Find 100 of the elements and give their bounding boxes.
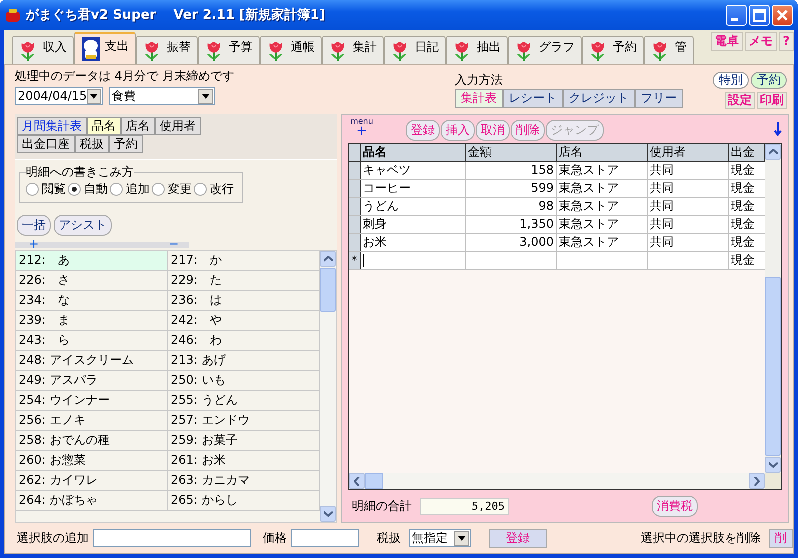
- tool-button[interactable]: ?: [779, 32, 794, 51]
- tab[interactable]: 予算: [198, 36, 260, 64]
- radio-option[interactable]: 変更: [152, 181, 192, 198]
- list-item[interactable]: 243: ら: [16, 331, 168, 351]
- tulip-icon: [19, 40, 37, 62]
- grid-button[interactable]: 挿入: [441, 120, 475, 141]
- scroll-thumb[interactable]: [365, 473, 383, 489]
- list-item[interactable]: 248: アイスクリーム: [16, 351, 168, 371]
- list-item[interactable]: 217: か: [168, 251, 320, 271]
- input-method-label: 入力方法: [455, 72, 504, 89]
- status-text: 処理中のデータは 4月分で 月末締めです: [15, 68, 236, 85]
- view-tab[interactable]: 税扱: [75, 135, 109, 153]
- collapse-button[interactable]: −: [168, 242, 179, 248]
- view-tab[interactable]: 使用者: [155, 117, 201, 135]
- row-header[interactable]: [349, 180, 361, 197]
- expand-button[interactable]: +: [29, 242, 40, 248]
- list-item[interactable]: 212: あ: [16, 251, 168, 271]
- scroll-thumb[interactable]: [765, 277, 781, 456]
- view-tab[interactable]: 出金口座: [17, 135, 75, 153]
- scroll-down-button[interactable]: [765, 457, 781, 473]
- list-item[interactable]: 264: かぼちゃ: [16, 491, 168, 511]
- list-item[interactable]: 239: ま: [16, 311, 168, 331]
- column-header[interactable]: 品名: [361, 144, 466, 161]
- tab[interactable]: 管: [644, 36, 694, 64]
- tax-label: 税扱: [377, 530, 401, 546]
- row-header[interactable]: [349, 234, 361, 251]
- input-method-tab[interactable]: フリー: [635, 89, 683, 108]
- horizontal-scrollbar[interactable]: [349, 473, 781, 489]
- vertical-scrollbar[interactable]: [320, 251, 336, 522]
- menu-label[interactable]: menu: [350, 117, 374, 126]
- tulip-icon: [515, 40, 533, 62]
- view-tab[interactable]: 予約: [109, 135, 143, 153]
- tool-button[interactable]: メモ: [745, 32, 778, 51]
- date-dropdown[interactable]: 2004/04/15: [15, 87, 103, 105]
- action-button[interactable]: 印刷: [757, 92, 787, 109]
- grid-button[interactable]: 取消: [476, 120, 510, 141]
- list-item[interactable]: 258: おでんの種: [16, 431, 168, 451]
- new-row-marker: *: [349, 252, 361, 269]
- mode-button[interactable]: 特別: [713, 72, 749, 89]
- category-dropdown[interactable]: 食費: [109, 87, 215, 105]
- radio-option[interactable]: 追加: [110, 181, 150, 198]
- input-method-tab[interactable]: 集計表: [455, 89, 503, 108]
- tool-button[interactable]: 電卓: [711, 32, 744, 51]
- close-button[interactable]: [772, 4, 793, 26]
- scroll-down-button[interactable]: [320, 506, 336, 522]
- scroll-up-button[interactable]: [320, 251, 336, 267]
- column-header[interactable]: 金額: [466, 144, 557, 161]
- list-item[interactable]: 260: お惣菜: [16, 451, 168, 471]
- action-button[interactable]: 設定: [725, 92, 755, 109]
- tab[interactable]: グラフ: [508, 36, 582, 64]
- column-header[interactable]: 使用者: [648, 144, 729, 161]
- list-item[interactable]: 249: アスパラ: [16, 371, 168, 391]
- scroll-up-button[interactable]: [765, 144, 781, 160]
- input-method-tab[interactable]: クレジット: [563, 89, 635, 108]
- tab[interactable]: 抽出: [446, 36, 508, 64]
- tax-button[interactable]: 消費税: [652, 496, 698, 517]
- radio-option[interactable]: 改行: [194, 181, 234, 198]
- grid-button[interactable]: 登録: [406, 120, 440, 141]
- column-header[interactable]: 店名: [557, 144, 648, 161]
- scroll-left-button[interactable]: [349, 473, 365, 489]
- input-method-tab[interactable]: レシート: [503, 89, 563, 108]
- option-input[interactable]: [93, 529, 251, 547]
- radio-option[interactable]: 閲覧: [26, 181, 66, 198]
- tax-dropdown[interactable]: 無指定: [409, 529, 471, 547]
- price-input[interactable]: [291, 529, 359, 547]
- list-item[interactable]: 226: さ: [16, 271, 168, 291]
- scroll-thumb[interactable]: [320, 268, 336, 312]
- row-header[interactable]: [349, 162, 361, 179]
- minimize-button[interactable]: [726, 4, 747, 26]
- input-field[interactable]: [361, 252, 466, 269]
- table-cell: 現金: [729, 198, 765, 215]
- down-arrow-icon[interactable]: [774, 122, 782, 136]
- list-item[interactable]: 256: エノキ: [16, 411, 168, 431]
- pill-button[interactable]: 一括: [17, 215, 51, 236]
- radio-option[interactable]: 自動: [68, 181, 108, 198]
- row-header[interactable]: [349, 198, 361, 215]
- maximize-button[interactable]: [749, 4, 770, 26]
- column-header[interactable]: 出金: [729, 144, 765, 161]
- row-header[interactable]: [349, 216, 361, 233]
- add-button[interactable]: +: [356, 126, 368, 137]
- list-item[interactable]: 262: カイワレ: [16, 471, 168, 491]
- scroll-right-button[interactable]: [749, 473, 765, 489]
- list-item[interactable]: 234: な: [16, 291, 168, 311]
- view-tab[interactable]: 店名: [121, 117, 155, 135]
- tab[interactable]: 日記: [384, 36, 446, 64]
- tab[interactable]: 予約: [582, 36, 644, 64]
- grid-button[interactable]: 削除: [511, 120, 545, 141]
- tab[interactable]: 収入: [12, 36, 74, 64]
- table-cell: 共同: [648, 216, 729, 233]
- tab[interactable]: 支出: [74, 32, 136, 64]
- list-item[interactable]: 254: ウインナー: [16, 391, 168, 411]
- view-tab[interactable]: 品名: [87, 117, 121, 135]
- pill-button[interactable]: アシスト: [54, 215, 112, 236]
- view-tab[interactable]: 月間集計表: [17, 117, 87, 135]
- mode-button[interactable]: 予約: [751, 72, 787, 89]
- tab[interactable]: 振替: [136, 36, 198, 64]
- table-cell: うどん: [361, 198, 466, 215]
- tab[interactable]: 集計: [322, 36, 384, 64]
- vertical-scrollbar[interactable]: [765, 144, 781, 473]
- tab[interactable]: 通帳: [260, 36, 322, 64]
